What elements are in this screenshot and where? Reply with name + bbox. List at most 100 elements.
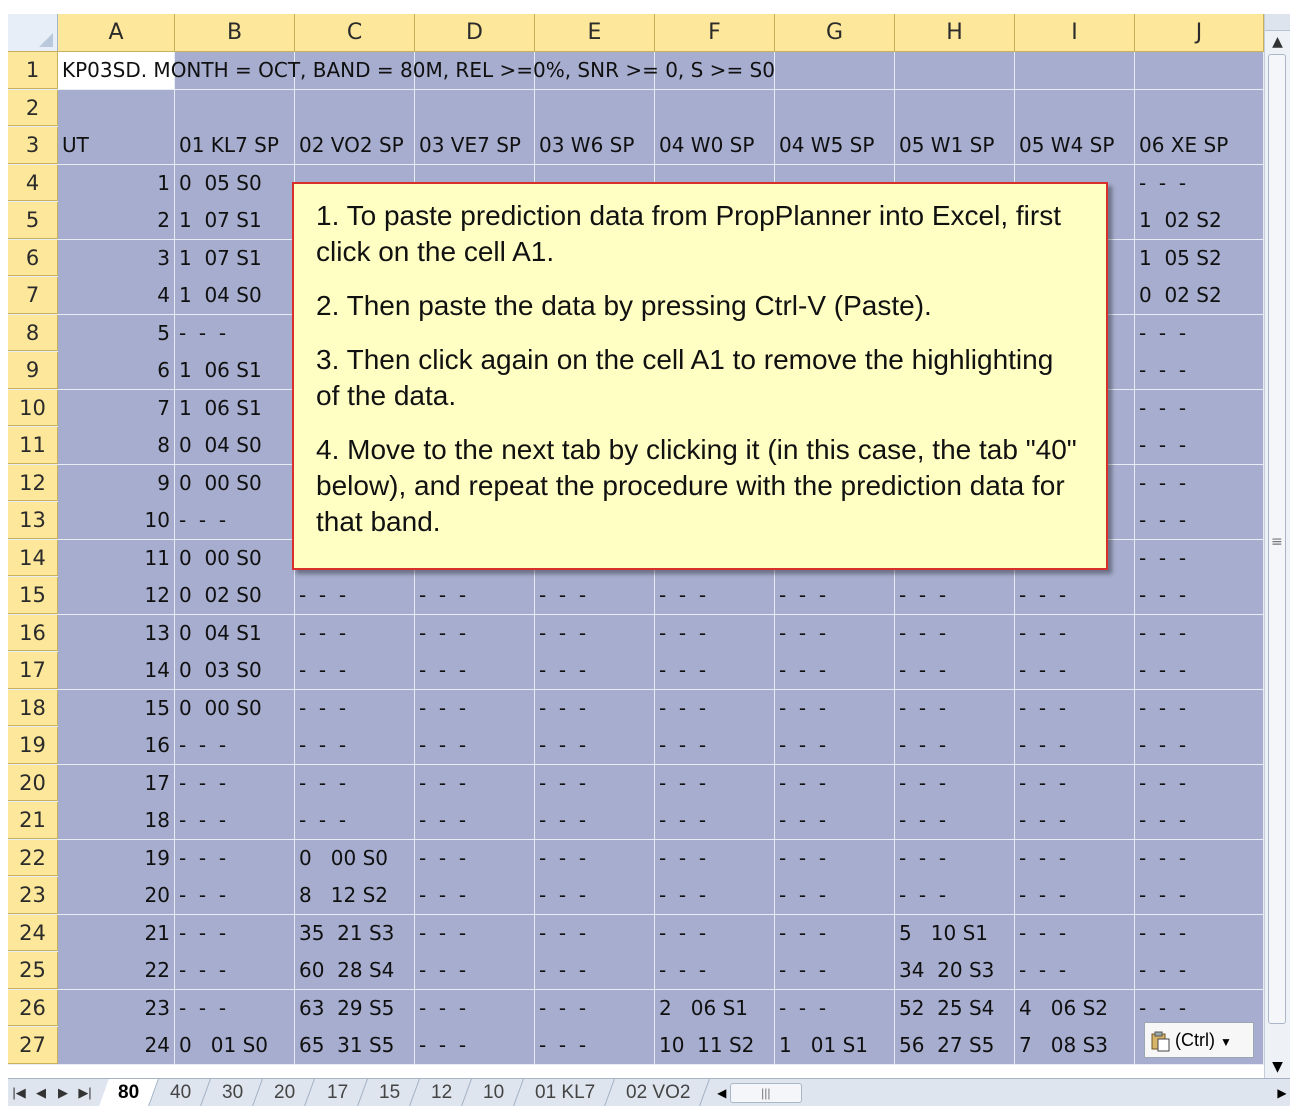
cell[interactable]: 0 05 S0 — [175, 164, 295, 202]
cell[interactable] — [175, 89, 295, 127]
last-sheet-icon[interactable]: ▶| — [74, 1085, 96, 1101]
cell-header[interactable]: 03 VE7 SP — [415, 127, 535, 164]
cell[interactable]: - - - — [775, 577, 895, 614]
scroll-up-icon[interactable]: ▲ — [1265, 31, 1290, 53]
scroll-thumb[interactable]: ||| — [729, 1082, 802, 1103]
cell[interactable]: - - - — [1015, 914, 1135, 952]
cell[interactable]: - - - — [895, 689, 1015, 727]
cell[interactable]: - - - — [1135, 577, 1264, 614]
cell[interactable]: - - - — [295, 652, 415, 689]
cell[interactable]: 0 00 S0 — [175, 539, 295, 577]
row-header[interactable]: 21 — [8, 802, 58, 839]
cell[interactable]: 0 04 S0 — [175, 427, 295, 464]
cell[interactable]: 0 02 S2 — [1135, 277, 1264, 314]
cell[interactable] — [295, 89, 415, 127]
select-all-button[interactable] — [8, 14, 58, 51]
row-header[interactable]: 16 — [8, 614, 58, 651]
cell[interactable]: - - - — [655, 914, 775, 952]
cell[interactable]: 35 21 S3 — [295, 914, 415, 952]
cell[interactable]: 21 — [58, 914, 175, 952]
cell[interactable]: - - - — [895, 727, 1015, 764]
cell[interactable]: - - - — [1015, 614, 1135, 652]
column-header-g[interactable]: G — [775, 14, 895, 51]
cell[interactable]: - - - — [175, 764, 295, 802]
row-header[interactable]: 25 — [8, 952, 58, 989]
cell[interactable]: - - - — [1015, 839, 1135, 877]
cell[interactable]: 22 — [58, 952, 175, 989]
cell[interactable]: - - - — [775, 989, 895, 1027]
cell[interactable]: - - - — [1135, 427, 1264, 464]
cell[interactable]: 1 05 S2 — [1135, 239, 1264, 277]
cell[interactable]: - - - — [1135, 164, 1264, 202]
cell[interactable]: - - - — [895, 877, 1015, 914]
cell[interactable]: - - - — [535, 989, 655, 1027]
paste-options-button[interactable]: (Ctrl) ▼ — [1144, 1022, 1254, 1058]
cell[interactable]: - - - — [1135, 839, 1264, 877]
cell-header[interactable]: 04 W0 SP — [655, 127, 775, 164]
sheet-tab[interactable]: 20 — [255, 1079, 316, 1106]
cell[interactable]: 10 — [58, 502, 175, 539]
cell[interactable]: - - - — [1135, 614, 1264, 652]
column-header-b[interactable]: B — [175, 14, 295, 51]
cell[interactable]: - - - — [895, 839, 1015, 877]
cell[interactable]: 23 — [58, 989, 175, 1027]
cell[interactable] — [1135, 52, 1264, 89]
cell[interactable]: - - - — [175, 914, 295, 952]
sheet-tab[interactable]: 17 — [307, 1079, 368, 1106]
cell[interactable]: - - - — [1135, 539, 1264, 577]
cell[interactable]: - - - — [895, 577, 1015, 614]
cell[interactable]: - - - — [775, 877, 895, 914]
cell[interactable]: - - - — [1135, 989, 1264, 1027]
cell[interactable]: 52 25 S4 — [895, 989, 1015, 1027]
row-header[interactable]: 23 — [8, 877, 58, 914]
cell[interactable]: 2 — [58, 202, 175, 239]
cell-a1[interactable]: KP03SD. MONTH = OCT, BAND = 80M, REL >=0… — [58, 52, 775, 89]
cell[interactable]: - - - — [1135, 652, 1264, 689]
row-header[interactable]: 26 — [8, 989, 58, 1026]
cell[interactable]: - - - — [1015, 764, 1135, 802]
row-header[interactable]: 9 — [8, 352, 58, 389]
cell[interactable] — [775, 52, 895, 89]
cell[interactable]: - - - — [655, 614, 775, 652]
cell[interactable]: - - - — [775, 652, 895, 689]
cell[interactable]: - - - — [415, 764, 535, 802]
cell[interactable]: 12 — [58, 577, 175, 614]
cell[interactable]: - - - — [1015, 877, 1135, 914]
cell[interactable]: - - - — [535, 764, 655, 802]
cell[interactable]: - - - — [175, 952, 295, 989]
cell[interactable]: 63 29 S5 — [295, 989, 415, 1027]
cell[interactable]: - - - — [175, 502, 295, 539]
cell[interactable]: 8 12 S2 — [295, 877, 415, 914]
cell[interactable]: - - - — [1135, 389, 1264, 427]
cell[interactable]: 0 00 S0 — [295, 839, 415, 877]
cell-header[interactable]: 05 W1 SP — [895, 127, 1015, 164]
cell[interactable]: 1 02 S2 — [1135, 202, 1264, 239]
column-header-i[interactable]: I — [1015, 14, 1135, 51]
cell[interactable]: - - - — [175, 989, 295, 1027]
cell[interactable]: 60 28 S4 — [295, 952, 415, 989]
sheet-tab[interactable]: 15 — [359, 1079, 420, 1106]
sheet-tab[interactable]: 30 — [203, 1079, 264, 1106]
column-header-f[interactable]: F — [655, 14, 775, 51]
cell[interactable]: 24 — [58, 1027, 175, 1064]
sheet-tab[interactable]: 01 KL7 — [516, 1079, 616, 1106]
first-sheet-icon[interactable]: |◀ — [8, 1085, 30, 1101]
cell[interactable]: - - - — [535, 1027, 655, 1064]
cell[interactable]: 13 — [58, 614, 175, 652]
cell[interactable]: 9 — [58, 464, 175, 502]
cell[interactable]: - - - — [535, 914, 655, 952]
cell-header[interactable]: 01 KL7 SP — [175, 127, 295, 164]
cell[interactable]: - - - — [1135, 314, 1264, 352]
sheet-tab[interactable]: 02 VO2 — [607, 1079, 711, 1106]
cell[interactable]: - - - — [1135, 877, 1264, 914]
cell[interactable]: 18 — [58, 802, 175, 839]
cell[interactable]: - - - — [775, 727, 895, 764]
sheet-tab[interactable]: 80 — [99, 1079, 160, 1106]
cell[interactable]: 5 10 S1 — [895, 914, 1015, 952]
cell[interactable] — [58, 89, 175, 127]
cell[interactable]: 17 — [58, 764, 175, 802]
cell[interactable]: 1 07 S1 — [175, 239, 295, 277]
cell[interactable]: 0 04 S1 — [175, 614, 295, 652]
cell-header[interactable]: 04 W5 SP — [775, 127, 895, 164]
cell[interactable]: - - - — [1015, 802, 1135, 839]
